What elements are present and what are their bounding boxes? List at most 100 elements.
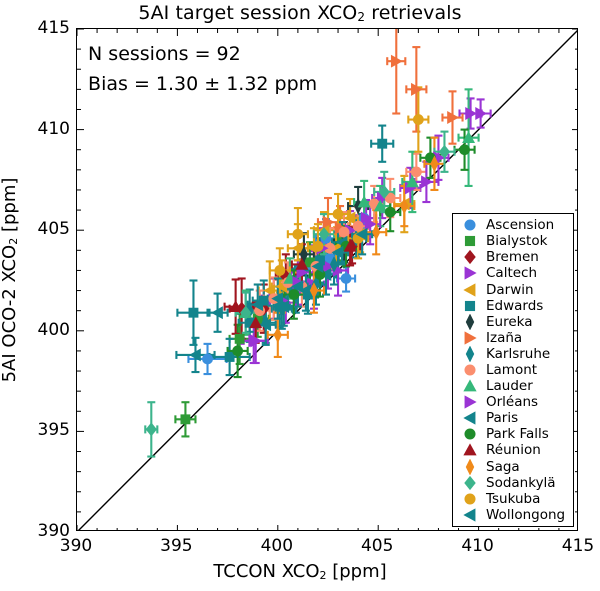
legend-marker-icon bbox=[457, 345, 483, 362]
legend-item-tsukuba[interactable]: Tsukuba bbox=[457, 491, 569, 507]
figure: 5AI target session XCO2 retrievals 5AI O… bbox=[0, 0, 600, 591]
legend-label: Izaña bbox=[486, 329, 523, 346]
legend-item-r-union[interactable]: Réunion bbox=[457, 442, 569, 458]
data-point bbox=[377, 138, 388, 149]
data-point bbox=[384, 206, 396, 218]
legend-item-iza-a[interactable]: Izaña bbox=[457, 330, 569, 346]
legend-marker-icon bbox=[457, 265, 483, 281]
legend-label: Wollongong bbox=[486, 506, 566, 523]
legend-item-darwin[interactable]: Darwin bbox=[457, 281, 569, 298]
data-point bbox=[412, 114, 424, 125]
x-axis-label: TCCON XCO2 [ppm] bbox=[0, 561, 600, 582]
legend-marker-icon bbox=[457, 458, 483, 475]
y-axis-label: 5AI OCO-2 XCO2 [ppm] bbox=[0, 177, 20, 382]
legend-marker-icon bbox=[457, 298, 483, 314]
legend-marker-icon bbox=[457, 313, 483, 330]
x-tick-label: 400 bbox=[260, 536, 294, 556]
annotation-1: Bias = 1.30 ± 1.32 ppm bbox=[88, 73, 318, 96]
legend-item-sodankyl-[interactable]: Sodankylä bbox=[457, 475, 569, 491]
data-point bbox=[340, 273, 352, 284]
legend-label: Ascension bbox=[486, 217, 555, 234]
y-axis-label-post: [ppm] bbox=[0, 177, 20, 238]
legend-item-lamont[interactable]: Lamont bbox=[457, 362, 569, 378]
legend-marker-icon bbox=[457, 442, 483, 458]
chart-title-post: retrievals bbox=[365, 2, 462, 24]
data-markers bbox=[145, 54, 488, 437]
legend-marker-icon bbox=[457, 362, 483, 378]
legend-label: Tsukuba bbox=[486, 490, 541, 507]
data-point bbox=[180, 414, 191, 425]
data-point bbox=[188, 307, 199, 318]
legend-label: Park Falls bbox=[486, 426, 549, 443]
x-tick-label: 405 bbox=[360, 536, 394, 556]
legend-item-park-falls[interactable]: Park Falls bbox=[457, 426, 569, 442]
legend-item-karlsruhe[interactable]: Karlsruhe bbox=[457, 345, 569, 362]
legend-marker-icon bbox=[457, 410, 483, 426]
legend-label: Réunion bbox=[486, 442, 541, 459]
legend-item-ascension[interactable]: Ascension bbox=[457, 217, 569, 233]
y-axis-label-pre: 5AI OCO-2 XCO bbox=[0, 244, 20, 382]
legend-label: Edwards bbox=[486, 297, 544, 314]
legend-item-edwards[interactable]: Edwards bbox=[457, 298, 569, 314]
legend-label: Karlsruhe bbox=[486, 345, 551, 362]
legend[interactable]: Ascension Bialystok Bremen Caltech Darwin Edw… bbox=[452, 213, 574, 527]
x-axis-label-pre: TCCON XCO bbox=[213, 561, 320, 582]
chart-title-sub: 2 bbox=[357, 10, 366, 24]
y-tick-label: 400 bbox=[37, 319, 70, 340]
legend-marker-icon bbox=[457, 491, 483, 507]
chart-title-pre: 5AI target session XCO bbox=[138, 2, 358, 24]
y-axis-label-sub: 2 bbox=[7, 237, 20, 245]
legend-label: Bremen bbox=[486, 249, 539, 266]
data-point bbox=[202, 353, 213, 365]
x-tick-label: 395 bbox=[160, 536, 193, 556]
legend-marker-icon bbox=[457, 426, 483, 442]
legend-item-wollongong[interactable]: Wollongong bbox=[457, 507, 569, 523]
y-tick-label: 405 bbox=[37, 219, 70, 240]
legend-label: Eureka bbox=[486, 313, 533, 330]
data-point bbox=[288, 289, 300, 300]
y-tick-label: 395 bbox=[37, 420, 70, 441]
legend-label: Bialystok bbox=[486, 233, 548, 250]
legend-item-bremen[interactable]: Bremen bbox=[457, 249, 569, 265]
data-point bbox=[332, 208, 344, 220]
x-axis-label-post: [ppm] bbox=[326, 561, 387, 582]
legend-marker-icon bbox=[457, 378, 483, 394]
legend-label: Paris bbox=[486, 410, 519, 427]
legend-item-saga[interactable]: Saga bbox=[457, 458, 569, 475]
data-point bbox=[232, 345, 244, 357]
legend-marker-icon bbox=[457, 282, 483, 298]
legend-item-caltech[interactable]: Caltech bbox=[457, 265, 569, 281]
legend-label: Lauder bbox=[486, 378, 533, 395]
legend-item-orl-ans[interactable]: Orléans bbox=[457, 394, 569, 410]
legend-item-lauder[interactable]: Lauder bbox=[457, 378, 569, 394]
y-tick-label: 390 bbox=[37, 521, 70, 541]
data-point bbox=[274, 265, 286, 276]
x-axis-label-sub: 2 bbox=[319, 569, 327, 582]
chart-title: 5AI target session XCO2 retrievals bbox=[0, 2, 600, 24]
y-tick-label: 410 bbox=[37, 118, 70, 139]
legend-marker-icon bbox=[457, 249, 483, 265]
data-point bbox=[352, 220, 364, 232]
data-point bbox=[145, 422, 157, 437]
annotation-0: N sessions = 92 bbox=[88, 43, 241, 66]
legend-marker-icon bbox=[457, 394, 483, 410]
legend-label: Orléans bbox=[486, 394, 539, 411]
legend-item-paris[interactable]: Paris bbox=[457, 410, 569, 426]
data-point bbox=[410, 166, 422, 178]
legend-marker-icon bbox=[457, 233, 483, 249]
legend-marker-icon bbox=[457, 217, 483, 233]
data-point bbox=[459, 144, 470, 156]
legend-item-eureka[interactable]: Eureka bbox=[457, 313, 569, 330]
legend-label: Sodankylä bbox=[486, 474, 556, 491]
x-tick-label: 410 bbox=[461, 536, 494, 556]
data-point bbox=[312, 240, 324, 252]
legend-marker-icon bbox=[457, 330, 483, 346]
x-tick-label: 415 bbox=[561, 536, 595, 556]
legend-item-bialystok[interactable]: Bialystok bbox=[457, 233, 569, 249]
y-tick-label: 415 bbox=[37, 18, 70, 38]
legend-label: Caltech bbox=[486, 265, 538, 282]
legend-label: Lamont bbox=[486, 361, 538, 378]
legend-marker-icon bbox=[457, 475, 483, 491]
legend-marker-icon bbox=[457, 507, 483, 523]
data-point bbox=[234, 333, 245, 344]
